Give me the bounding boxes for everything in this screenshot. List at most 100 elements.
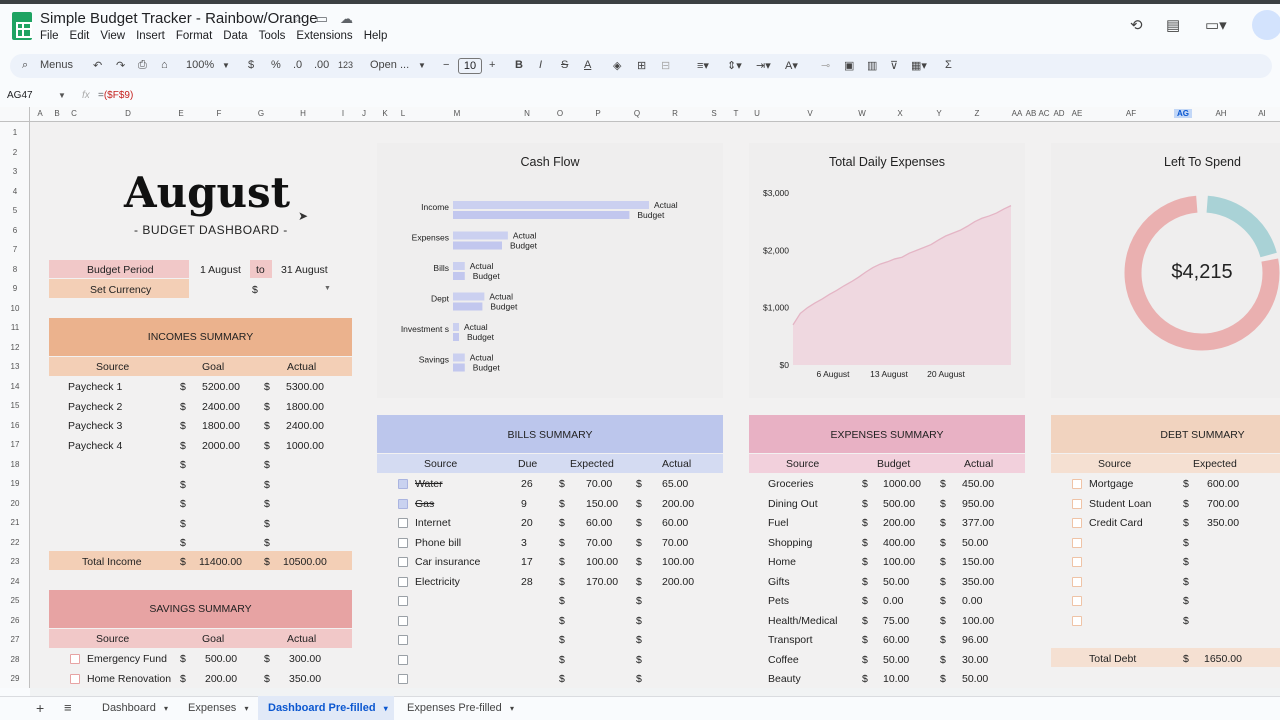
bill-actual[interactable]: 70.00	[662, 537, 688, 549]
column-header[interactable]: R	[672, 109, 678, 118]
version-history-icon[interactable]: ⟲	[1130, 16, 1143, 34]
expense-source[interactable]: Home	[768, 556, 796, 568]
expense-actual[interactable]: 30.00	[962, 654, 988, 666]
income-actual[interactable]: 1800.00	[286, 401, 324, 413]
increase-decimal-button[interactable]: .00	[314, 59, 329, 71]
zoom-dropdown-icon[interactable]: ▼	[222, 61, 230, 70]
column-header[interactable]: V	[807, 109, 812, 118]
expense-actual[interactable]: 150.00	[962, 556, 994, 568]
menu-tools[interactable]: Tools	[259, 30, 286, 42]
expense-budget[interactable]: 1000.00	[883, 478, 921, 490]
row-header[interactable]: 8	[0, 265, 30, 274]
column-header[interactable]: B	[54, 109, 59, 118]
expense-source[interactable]: Dining Out	[768, 498, 818, 510]
expense-source[interactable]: Gifts	[768, 576, 790, 588]
row-header[interactable]: 7	[0, 245, 30, 254]
income-source[interactable]: Paycheck 1	[68, 381, 122, 393]
fill-color-icon[interactable]: ◈	[613, 59, 621, 72]
expense-source[interactable]: Groceries	[768, 478, 814, 490]
column-header[interactable]: A	[37, 109, 42, 118]
paint-format-icon[interactable]: ⌂	[161, 59, 168, 71]
zoom-select[interactable]: 100%	[186, 59, 214, 71]
functions-icon[interactable]: Σ	[945, 59, 952, 71]
expense-source[interactable]: Health/Medical	[768, 615, 837, 627]
income-actual[interactable]: 2400.00	[286, 420, 324, 432]
bill-paid-checkbox[interactable]	[398, 596, 408, 606]
row-header[interactable]: 6	[0, 226, 30, 235]
horizontal-scrollbar[interactable]	[30, 688, 1280, 696]
column-header[interactable]: W	[858, 109, 866, 118]
row-header[interactable]: 10	[0, 304, 30, 313]
savings-goal[interactable]: 500.00	[205, 653, 237, 665]
column-header[interactable]: Q	[634, 109, 640, 118]
currency-select[interactable]: $	[252, 284, 258, 296]
borders-icon[interactable]: ⊞	[637, 59, 646, 72]
column-header[interactable]: C	[71, 109, 77, 118]
share-button[interactable]	[1252, 10, 1280, 40]
bill-paid-checkbox[interactable]	[398, 635, 408, 645]
bill-actual[interactable]: 65.00	[662, 478, 688, 490]
move-folder-icon[interactable]: ▭	[316, 11, 340, 26]
savings-checkbox[interactable]	[70, 654, 80, 664]
bill-expected[interactable]: 170.00	[586, 576, 618, 588]
expense-budget[interactable]: 60.00	[883, 634, 909, 646]
expense-budget[interactable]: 100.00	[883, 556, 915, 568]
row-header[interactable]: 20	[0, 499, 30, 508]
expense-budget[interactable]: 75.00	[883, 615, 909, 627]
bill-paid-checkbox[interactable]	[398, 537, 408, 548]
sheet-tab-menu-icon[interactable]: ▾	[508, 704, 514, 713]
savings-source[interactable]: Emergency Fund	[87, 653, 167, 665]
bill-source[interactable]: Gas	[415, 498, 434, 510]
bill-paid-checkbox[interactable]	[398, 576, 408, 587]
column-header[interactable]: AF	[1126, 109, 1136, 118]
row-header[interactable]: 29	[0, 674, 30, 683]
menu-data[interactable]: Data	[223, 30, 247, 42]
column-header[interactable]: AA	[1012, 109, 1023, 118]
font-select[interactable]: Open ...	[370, 59, 409, 71]
bill-due[interactable]: 17	[521, 556, 533, 568]
column-header[interactable]: AI	[1258, 109, 1266, 118]
column-header[interactable]: N	[524, 109, 530, 118]
debt-checkbox[interactable]	[1072, 479, 1082, 489]
document-title[interactable]: Simple Budget Tracker - Rainbow/Orange	[40, 10, 318, 27]
column-header[interactable]: AC	[1038, 109, 1049, 118]
column-header[interactable]: G	[258, 109, 264, 118]
income-goal[interactable]: 5200.00	[202, 381, 240, 393]
font-dropdown-icon[interactable]: ▼	[418, 61, 426, 70]
row-header[interactable]: 12	[0, 343, 30, 352]
bill-due[interactable]: 9	[521, 498, 527, 510]
bill-expected[interactable]: 70.00	[586, 537, 612, 549]
row-header[interactable]: 3	[0, 167, 30, 176]
debt-expected[interactable]: 600.00	[1207, 478, 1239, 490]
debt-expected[interactable]: 700.00	[1207, 498, 1239, 510]
sheet-tab-menu-icon[interactable]: ▾	[382, 704, 388, 713]
name-box-dropdown-icon[interactable]: ▼	[58, 91, 66, 100]
star-icon[interactable]: ☆	[292, 11, 316, 26]
row-header[interactable]: 26	[0, 616, 30, 625]
row-header[interactable]: 17	[0, 440, 30, 449]
font-size-decrease-icon[interactable]: −	[443, 59, 449, 71]
sheet-tab-menu-icon[interactable]: ▾	[242, 704, 249, 713]
column-header[interactable]: S	[711, 109, 716, 118]
column-header[interactable]: U	[754, 109, 760, 118]
bill-due[interactable]: 28	[521, 576, 533, 588]
expense-budget[interactable]: 400.00	[883, 537, 915, 549]
expense-budget[interactable]: 50.00	[883, 576, 909, 588]
bill-source[interactable]: Phone bill	[415, 537, 461, 549]
row-header[interactable]: 27	[0, 635, 30, 644]
bill-actual[interactable]: 100.00	[662, 556, 694, 568]
text-wrap-icon[interactable]: ⇥▾	[756, 59, 771, 72]
bill-paid-checkbox[interactable]	[398, 479, 408, 489]
row-header[interactable]: 25	[0, 596, 30, 605]
column-header[interactable]: X	[897, 109, 902, 118]
expense-budget[interactable]: 10.00	[883, 673, 909, 685]
name-box[interactable]: AG47	[7, 90, 33, 101]
income-actual[interactable]: 5300.00	[286, 381, 324, 393]
insert-link-icon[interactable]: ⊸	[821, 59, 830, 72]
expense-source[interactable]: Transport	[768, 634, 813, 646]
bill-due[interactable]: 3	[521, 537, 527, 549]
menu-view[interactable]: View	[100, 30, 125, 42]
bill-paid-checkbox[interactable]	[398, 518, 408, 528]
income-source[interactable]: Paycheck 3	[68, 420, 122, 432]
debt-checkbox[interactable]	[1072, 537, 1082, 548]
